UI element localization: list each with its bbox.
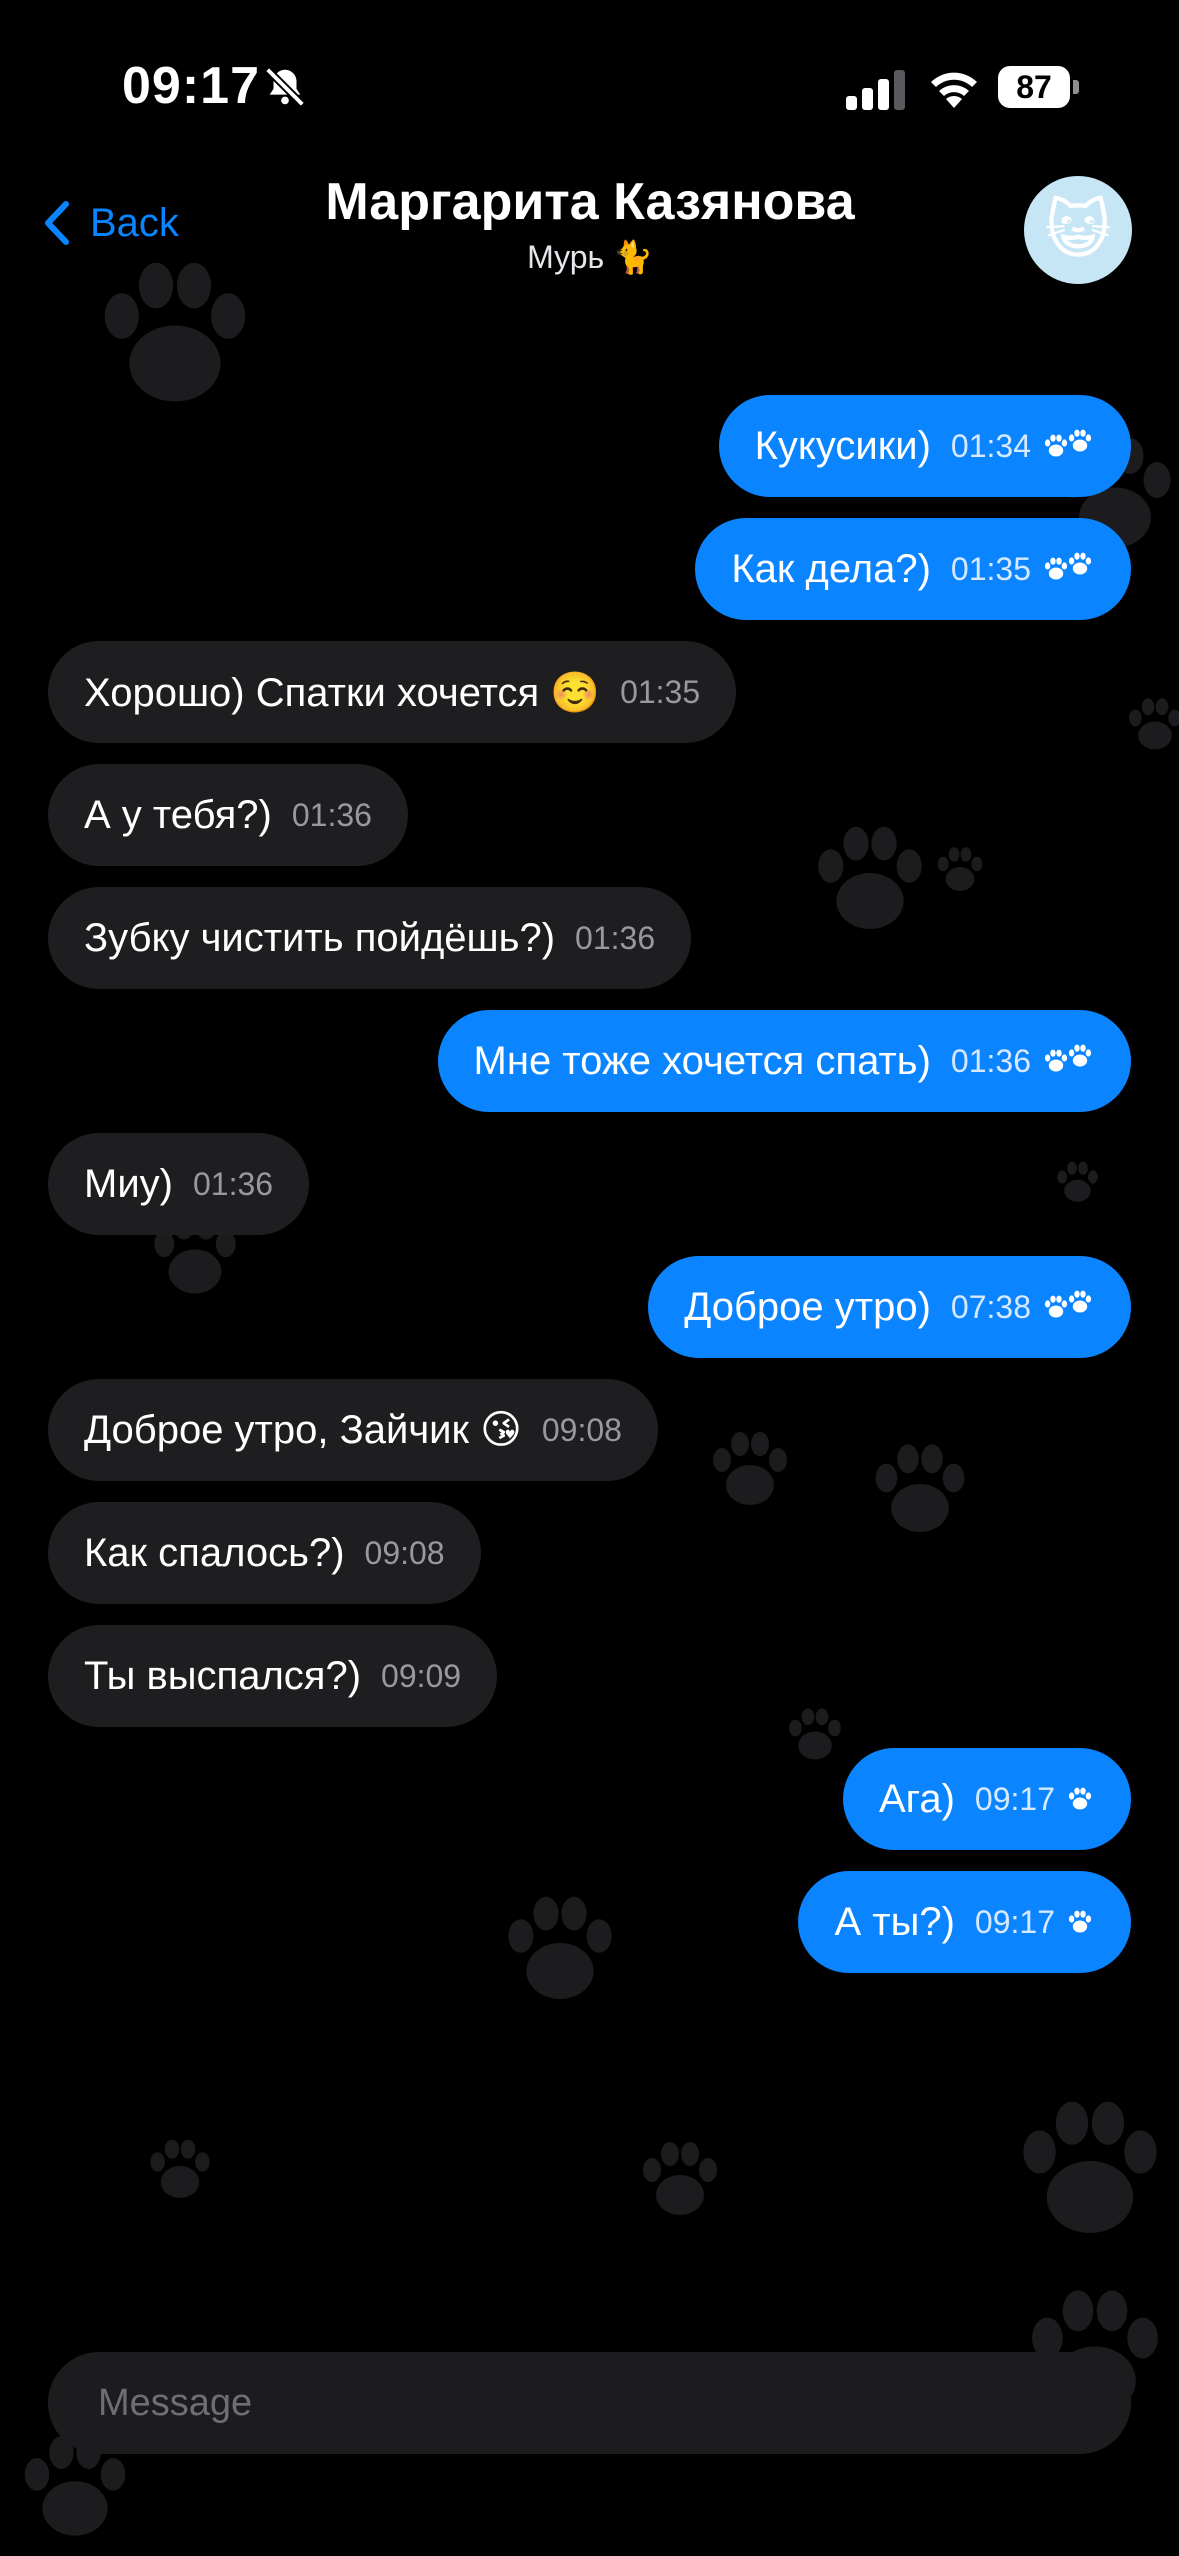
status-bar: 09:17 87 (0, 0, 1179, 170)
message-text: Миу) (84, 1161, 173, 1206)
message-text: Как спалось?) (84, 1530, 345, 1575)
status-time: 09:17 (122, 57, 260, 115)
back-label: Back (90, 200, 179, 245)
paw-icon (713, 1432, 787, 1505)
message-text: Как дела?) (731, 546, 931, 591)
message-time: 09:08 (541, 1411, 622, 1448)
paw-icon (875, 1444, 965, 1532)
paw-icon (789, 1708, 841, 1760)
incoming-message[interactable]: Миу) 01:36 (48, 1133, 310, 1235)
chat-header: Back Маргарита Казянова Мурь 🐈 😺 (0, 170, 1179, 310)
message-text: Мне тоже хочется спать) (473, 1038, 931, 1083)
message-time: 09:08 (364, 1534, 445, 1571)
paw-icon (643, 2142, 717, 2215)
outgoing-message[interactable]: Как дела?) 01:35 (695, 518, 1131, 620)
read-paw-icon (1041, 1290, 1095, 1322)
read-paw-icon (1041, 1044, 1095, 1076)
incoming-message[interactable]: Доброе утро, Зайчик 😘 09:08 (48, 1379, 658, 1481)
incoming-message[interactable]: Хорошо) Спатки хочется ☺️ 01:35 (48, 641, 737, 743)
chevron-left-icon (45, 201, 69, 245)
message-text: Доброе утро, Зайчик 😘 (84, 1408, 522, 1452)
message-text: Доброе утро) (684, 1284, 931, 1329)
back-button[interactable]: Back (40, 200, 179, 246)
message-time: 01:35 (950, 550, 1031, 587)
outgoing-message[interactable]: Ага) 09:17 (842, 1748, 1131, 1850)
incoming-message[interactable]: Зубку чистить пойдёшь?) 01:36 (48, 887, 692, 989)
incoming-message[interactable]: Ты выспался?) 09:09 (48, 1625, 498, 1727)
cellular-signal-icon (846, 70, 905, 110)
message-text: Зубку чистить пойдёшь?) (84, 915, 556, 960)
wifi-icon (931, 72, 977, 108)
chat-title-block[interactable]: Маргарита Казянова Мурь 🐈 (240, 170, 940, 276)
message-time: 09:17 (974, 1903, 1055, 1940)
message-text: Ты выспался?) (84, 1653, 362, 1698)
message-time: 01:34 (950, 427, 1031, 464)
bell-slash-icon (265, 67, 305, 107)
message-time: 01:36 (192, 1165, 274, 1202)
paw-icon (1057, 1161, 1098, 1202)
paw-icon (508, 1896, 612, 1999)
outgoing-message[interactable]: А ты?) 09:17 (798, 1871, 1131, 1973)
battery-level: 87 (1016, 69, 1052, 105)
incoming-message[interactable]: А у тебя?) 01:36 (48, 764, 408, 866)
message-text: А ты?) (834, 1899, 955, 1944)
outgoing-message[interactable]: Доброе утро) 07:38 (648, 1256, 1131, 1358)
battery-indicator: 87 (998, 66, 1080, 108)
contact-status: Мурь 🐈 (527, 239, 653, 275)
message-time: 01:36 (291, 796, 372, 833)
outgoing-message[interactable]: Мне тоже хочется спать) 01:36 (437, 1010, 1131, 1112)
message-time: 09:17 (974, 1780, 1055, 1817)
message-input[interactable] (96, 2380, 1083, 2426)
paw-icon (150, 2139, 210, 2198)
paw-icon (1023, 2101, 1157, 2233)
paw-icon (1129, 698, 1179, 750)
sent-paw-icon (1065, 1907, 1095, 1937)
message-time: 01:35 (620, 673, 701, 710)
message-text: Кукусики) (754, 423, 931, 468)
message-time: 07:38 (950, 1288, 1031, 1325)
read-paw-icon (1041, 429, 1095, 461)
message-time: 01:36 (950, 1042, 1031, 1079)
sent-paw-icon (1065, 1784, 1095, 1814)
read-paw-icon (1041, 552, 1095, 584)
contact-name: Маргарита Казянова (325, 173, 855, 231)
message-text: А у тебя?) (84, 792, 272, 837)
paw-icon (818, 826, 922, 929)
message-composer (48, 2352, 1131, 2454)
paw-icon (937, 847, 983, 891)
message-time: 09:09 (381, 1657, 462, 1694)
message-text: Хорошо) Спатки хочется ☺️ (84, 670, 601, 715)
message-time: 01:36 (575, 919, 656, 956)
outgoing-message[interactable]: Кукусики) 01:34 (718, 395, 1131, 497)
incoming-message[interactable]: Как спалось?) 09:08 (48, 1502, 481, 1604)
message-text: Ага) (878, 1776, 955, 1821)
avatar[interactable]: 😺 (1024, 176, 1132, 284)
